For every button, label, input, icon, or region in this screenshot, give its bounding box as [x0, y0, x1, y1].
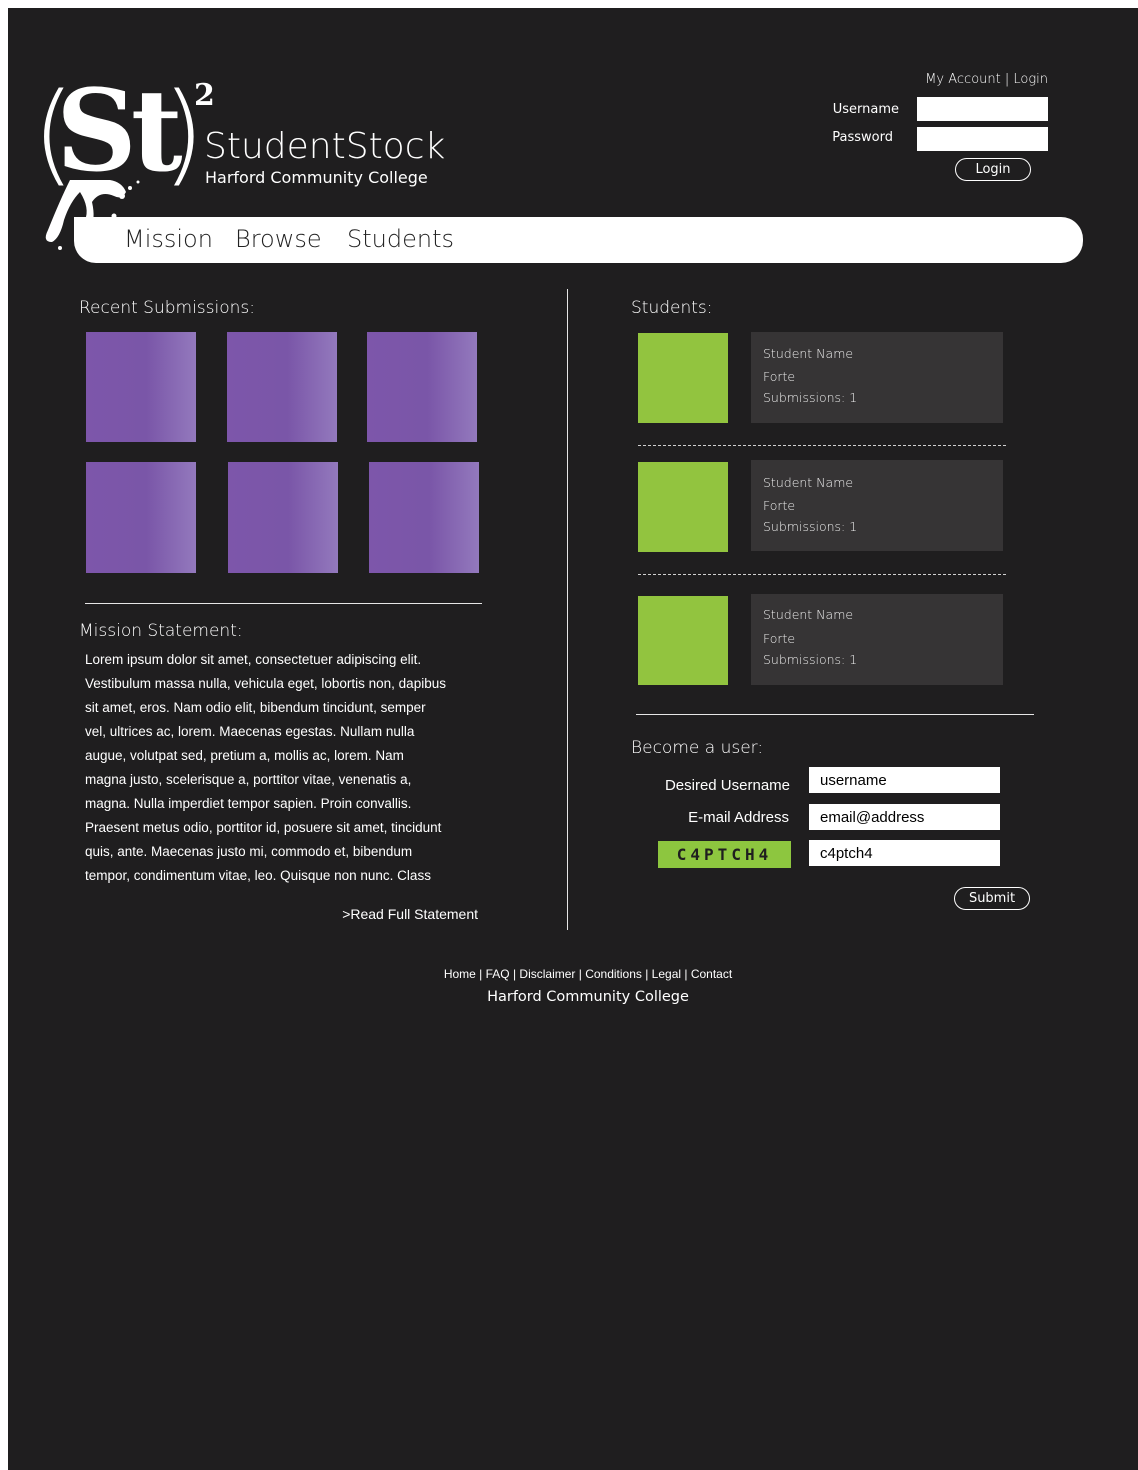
brand-subtitle: Harford Community College [205, 168, 428, 187]
divider [636, 714, 1034, 715]
submission-thumbnail[interactable] [86, 462, 196, 573]
mission-line: vel, ultrices ac, lorem. Maecenas egesta… [85, 724, 415, 739]
divider [85, 603, 482, 604]
email-address-input[interactable] [809, 804, 1000, 830]
student-forte: Forte [763, 369, 796, 384]
header-password-input[interactable] [917, 127, 1048, 151]
password-label: Password [832, 130, 893, 145]
students-title: Students: [631, 298, 713, 318]
login-button[interactable]: Login [955, 158, 1031, 181]
submission-thumbnail[interactable] [227, 332, 337, 442]
become-user-title: Become a user: [631, 738, 764, 758]
logo-superscript: 2 [194, 78, 215, 113]
column-divider [567, 289, 568, 930]
student-photo[interactable] [638, 333, 728, 423]
submission-thumbnail[interactable] [228, 462, 338, 573]
nav-browse[interactable]: Browse [235, 225, 322, 253]
student-name: Student Name [763, 607, 854, 622]
page-background: ( St ) 2 StudentStock Harford Community … [8, 8, 1138, 1470]
captcha-input[interactable] [809, 840, 1000, 866]
mission-line: magna justo, scelerisque a, porttitor vi… [85, 772, 412, 787]
student-name: Student Name [763, 346, 854, 361]
mission-line: Vestibulum massa nulla, vehicula eget, l… [85, 676, 446, 691]
desired-username-input[interactable] [809, 767, 1000, 793]
student-submissions: Submissions: 1 [763, 519, 858, 534]
dashed-separator [638, 445, 1006, 446]
brand-name: StudentStock [204, 126, 446, 167]
student-forte: Forte [763, 498, 796, 513]
mission-line: tempor, condimentum vitae, leo. Quisque … [85, 868, 431, 883]
mission-line: augue, volutpat sed, pretium a, mollis a… [85, 748, 404, 763]
student-name: Student Name [763, 475, 854, 490]
mission-statement-title: Mission Statement: [79, 621, 243, 641]
recent-submissions-title: Recent Submissions: [79, 298, 255, 318]
read-full-statement-link[interactable]: >Read Full Statement [278, 902, 478, 926]
student-submissions: Submissions: 1 [763, 390, 858, 405]
student-card[interactable]: Student Name Forte Submissions: 1 [751, 332, 1003, 423]
submission-thumbnail[interactable] [369, 462, 479, 573]
main-nav: Mission Browse Students [74, 217, 1083, 263]
mission-line: quis, ante. Maecenas justo mi, commodo e… [85, 844, 413, 859]
logo-st: St [56, 66, 183, 197]
email-address-label: E-mail Address [688, 809, 789, 826]
mission-line: magna. Nulla imperdiet tempor sapien. Pr… [85, 796, 412, 811]
dashed-separator [638, 574, 1006, 575]
desired-username-label: Desired Username [664, 777, 790, 794]
student-card[interactable]: Student Name Forte Submissions: 1 [751, 460, 1003, 551]
footer-institution: Harford Community College [487, 989, 689, 1005]
mission-statement-text: Lorem ipsum dolor sit amet, consectetuer… [85, 648, 495, 888]
footer-links[interactable]: Home | FAQ | Disclaimer | Conditions | L… [388, 967, 788, 981]
nav-students[interactable]: Students [347, 225, 454, 253]
submission-thumbnail[interactable] [367, 332, 477, 442]
submit-button[interactable]: Submit [954, 887, 1030, 910]
username-label: Username [832, 102, 899, 117]
mission-line: Praesent metus odio, porttitor id, posue… [85, 820, 442, 835]
mission-line: sit amet, eros. Nam odio elit, bibendum … [85, 700, 426, 715]
my-account-login-link[interactable]: My Account | Login [908, 72, 1048, 87]
student-photo[interactable] [638, 596, 728, 685]
mission-line: Lorem ipsum dolor sit amet, consectetuer… [85, 652, 422, 667]
captcha-image: C4PTCH4 [658, 841, 791, 868]
nav-mission[interactable]: Mission [124, 225, 213, 253]
header-username-input[interactable] [917, 97, 1048, 121]
student-photo[interactable] [638, 462, 728, 552]
student-forte: Forte [763, 631, 796, 646]
student-card[interactable]: Student Name Forte Submissions: 1 [751, 594, 1003, 685]
student-submissions: Submissions: 1 [763, 652, 858, 667]
submission-thumbnail[interactable] [86, 332, 196, 442]
